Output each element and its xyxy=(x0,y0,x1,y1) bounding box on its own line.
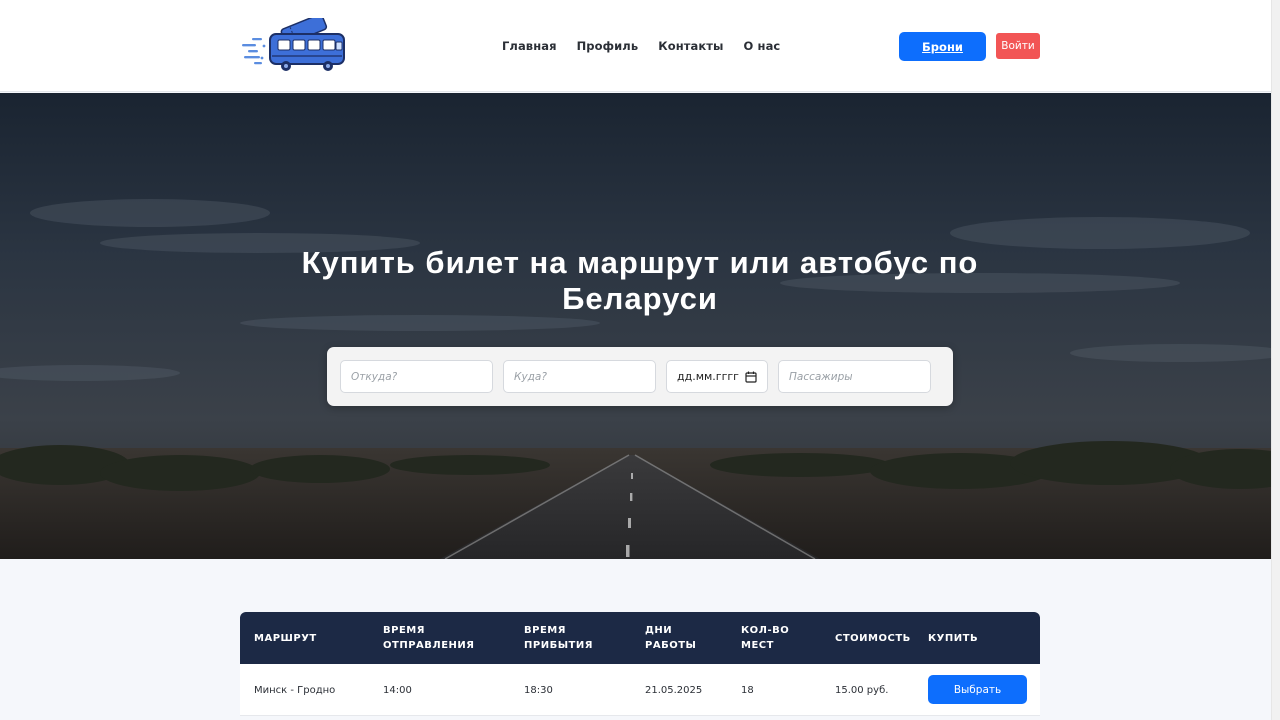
main-nav: Главная Профиль Контакты О нас xyxy=(502,39,780,53)
seats-cell: 18 xyxy=(741,684,754,696)
hero-background-image xyxy=(0,93,1280,559)
price-cell: 15.00 руб. xyxy=(835,684,889,696)
calendar-icon[interactable] xyxy=(745,371,757,383)
arrival-cell: 18:30 xyxy=(524,684,553,696)
login-button[interactable]: Войти xyxy=(996,33,1040,59)
date-placeholder: дд.мм.гггг xyxy=(677,370,739,383)
from-input[interactable] xyxy=(340,360,493,393)
passengers-input[interactable] xyxy=(778,360,931,393)
date-input[interactable]: дд.мм.гггг xyxy=(666,360,768,393)
routes-table: Маршрут Время отправления Время прибытия… xyxy=(240,612,1040,716)
nav-about[interactable]: О нас xyxy=(744,39,781,53)
nav-contacts[interactable]: Контакты xyxy=(658,39,723,53)
departure-cell: 14:00 xyxy=(383,684,412,696)
hero-section: Купить билет на маршрут или автобус по Б… xyxy=(0,93,1280,559)
site-header: Главная Профиль Контакты О нас Брони Вой… xyxy=(0,0,1280,92)
days-cell: 21.05.2025 xyxy=(645,684,703,696)
col-seats: Кол-во мест xyxy=(741,625,790,651)
col-departure: Время отправления xyxy=(383,625,475,651)
nav-home[interactable]: Главная xyxy=(502,39,557,53)
bookings-button[interactable]: Брони xyxy=(899,32,986,61)
nav-profile[interactable]: Профиль xyxy=(577,39,639,53)
page-scrollbar[interactable] xyxy=(1271,0,1280,720)
table-header: Маршрут Время отправления Время прибытия… xyxy=(240,612,1040,664)
col-arrival: Время прибытия xyxy=(524,625,593,651)
to-input[interactable] xyxy=(503,360,656,393)
hero-title: Купить билет на маршрут или автобус по Б… xyxy=(301,245,979,316)
search-form: дд.мм.гггг xyxy=(327,347,953,406)
col-days: Дни работы xyxy=(645,625,697,651)
bus-logo-icon[interactable] xyxy=(240,18,350,74)
select-button[interactable]: Выбрать xyxy=(928,675,1027,704)
route-cell: Минск - Гродно xyxy=(254,684,336,696)
col-price: Стоимость xyxy=(835,632,911,644)
col-buy: Купить xyxy=(928,632,979,644)
table-row: Минск - Гродно 14:00 18:30 21.05.2025 18… xyxy=(240,664,1040,716)
col-route: Маршрут xyxy=(254,632,317,644)
